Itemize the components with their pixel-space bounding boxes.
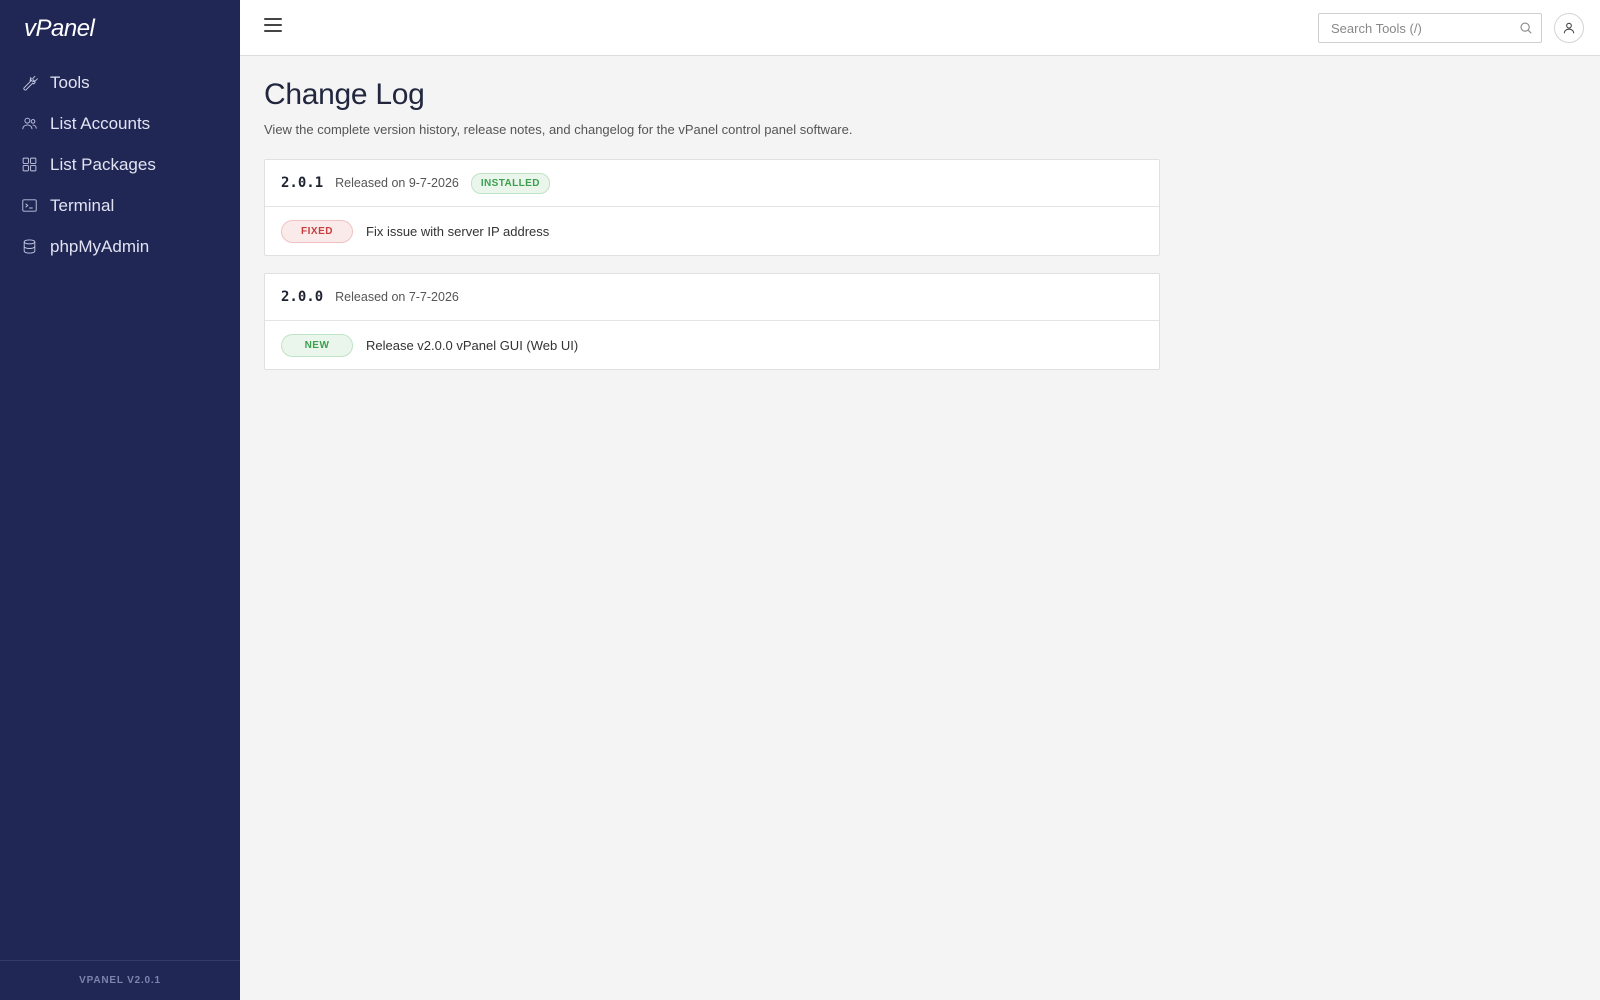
sidebar-item-phpmyadmin[interactable]: phpMyAdmin	[0, 226, 240, 267]
hamburger-icon[interactable]	[264, 18, 282, 36]
release-header: 2.0.0 Released on 7-7-2026	[265, 274, 1159, 321]
terminal-icon	[20, 197, 38, 215]
users-icon	[20, 115, 38, 133]
search-icon[interactable]	[1519, 21, 1533, 35]
release-card: 2.0.0 Released on 7-7-2026 NEW Release v…	[264, 273, 1160, 370]
search-input[interactable]	[1319, 14, 1509, 42]
sidebar-item-label: Terminal	[50, 195, 115, 215]
sidebar-item-label: phpMyAdmin	[50, 236, 150, 256]
release-header: 2.0.1 Released on 9-7-2026 INSTALLED	[265, 160, 1159, 207]
sidebar: vPanel Tools List Accounts List Packages	[0, 0, 240, 1000]
vpanel-logo[interactable]: vPanel	[24, 14, 116, 44]
main-content: Change Log View the complete version his…	[264, 78, 1164, 370]
version-footer: VPANEL V2.0.1	[0, 960, 240, 1000]
sidebar-item-label: Tools	[50, 72, 90, 92]
user-icon[interactable]	[1554, 13, 1584, 43]
grid-icon	[20, 156, 38, 174]
entry-text: Release v2.0.0 vPanel GUI (Web UI)	[366, 337, 579, 353]
new-tag: NEW	[281, 333, 353, 357]
database-icon	[20, 238, 38, 256]
page-description: View the complete version history, relea…	[264, 122, 853, 137]
changelog-entry: FIXED Fix issue with server IP address	[265, 207, 1159, 255]
sidebar-item-tools[interactable]: Tools	[0, 62, 240, 103]
release-version: 2.0.0	[281, 289, 324, 305]
sidebar-item-label: List Accounts	[50, 113, 151, 133]
sidebar-item-terminal[interactable]: Terminal	[0, 185, 240, 226]
sidebar-nav: Tools List Accounts List Packages Termin…	[0, 62, 240, 267]
release-version: 2.0.1	[281, 175, 324, 191]
sidebar-item-label: List Packages	[50, 154, 156, 174]
entry-text: Fix issue with server IP address	[366, 223, 550, 239]
fixed-tag: FIXED	[281, 219, 353, 243]
sidebar-item-list-packages[interactable]: List Packages	[0, 144, 240, 185]
release-list: 2.0.1 Released on 9-7-2026 INSTALLED FIX…	[264, 159, 1164, 370]
changelog-entry: NEW Release v2.0.0 vPanel GUI (Web UI)	[265, 321, 1159, 369]
release-date: Released on 7-7-2026	[335, 290, 459, 304]
top-header	[240, 0, 1600, 56]
release-date: Released on 9-7-2026	[335, 176, 459, 190]
release-card: 2.0.1 Released on 9-7-2026 INSTALLED FIX…	[264, 159, 1160, 256]
svg-text:vPanel: vPanel	[24, 15, 96, 42]
search-box	[1318, 13, 1542, 43]
sidebar-item-list-accounts[interactable]: List Accounts	[0, 103, 240, 144]
wrench-icon	[20, 74, 38, 92]
installed-badge: INSTALLED	[470, 172, 550, 194]
page-title: Change Log	[264, 78, 425, 111]
